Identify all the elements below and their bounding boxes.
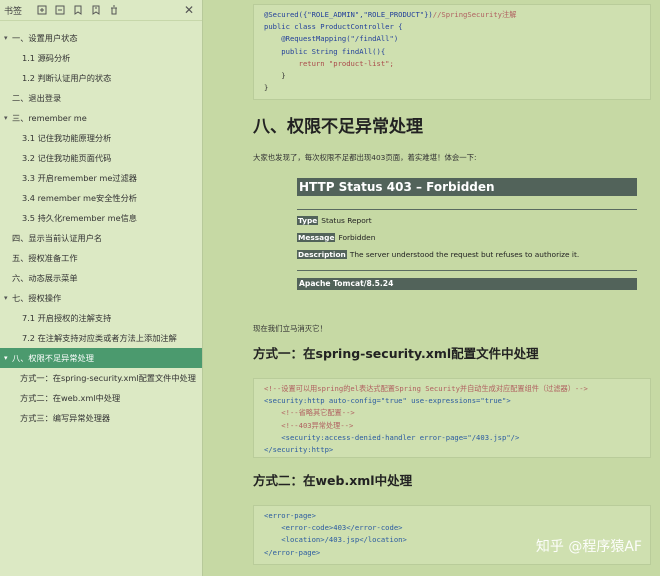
bookmark-label: 7.2 在注解支持对应类或者方法上添加注解 xyxy=(22,333,177,343)
code-line: <location>/403.jsp</location> xyxy=(264,535,407,545)
close-icon[interactable]: ✕ xyxy=(184,3,194,17)
bookmark-item[interactable]: 六、动态展示菜单 xyxy=(0,268,202,288)
code-line: } xyxy=(264,83,269,93)
bookmark-label: 1.2 判断认证用户的状态 xyxy=(22,73,112,83)
bookmark-item[interactable]: 3.4 remember me安全性分析 xyxy=(0,188,202,208)
bookmark-label: 八、权限不足异常处理 xyxy=(12,353,94,363)
error-title: HTTP Status 403 – Forbidden xyxy=(297,178,637,196)
bookmark-item[interactable]: ▾ 七、授权操作 xyxy=(0,288,202,308)
expand-arrow-icon[interactable]: ▾ xyxy=(4,288,8,308)
bookmark-label: 六、动态展示菜单 xyxy=(12,273,78,283)
code-line: <error-code>403</error-code> xyxy=(264,523,403,533)
bookmark-label: 五、授权准备工作 xyxy=(12,253,78,263)
expand-arrow-icon[interactable]: ▾ xyxy=(4,108,8,128)
code-line: <error-page> xyxy=(264,511,316,520)
error-type-value: Status Report xyxy=(321,216,372,225)
bookmark-item[interactable]: 3.2 记住我功能页面代码 xyxy=(0,148,202,168)
bookmark-item[interactable]: 7.1 开启授权的注解支持 xyxy=(0,308,202,328)
bookmark-label: 3.5 持久化remember me信息 xyxy=(22,213,137,223)
code-line: public class ProductController { xyxy=(264,22,403,32)
code-line: return "product-list"; xyxy=(264,58,394,68)
bookmark-item[interactable]: ▾ 八、权限不足异常处理 xyxy=(0,348,202,368)
bookmark-item[interactable]: 3.5 持久化remember me信息 xyxy=(0,208,202,228)
code-line: @RequestMapping("/findAll") xyxy=(264,34,399,44)
method1-heading: 方式一：在spring-security.xml配置文件中处理 xyxy=(253,346,539,361)
document-view[interactable]: @Secured({"ROLE_ADMIN","ROLE_PRODUCT"})/… xyxy=(203,0,660,576)
bookmark-item[interactable]: 四、显示当前认证用户名 xyxy=(0,228,202,248)
bookmark-label: 一、设置用户状态 xyxy=(12,33,78,43)
code-block-web-xml: <error-page> <error-code>403</error-code… xyxy=(253,505,651,565)
code-comment: <!--省略其它配置--> xyxy=(264,408,355,418)
bookmark-item[interactable]: 方式二：在web.xml中处理 xyxy=(0,388,202,408)
code-comment: <!--403异常处理--> xyxy=(264,420,354,430)
paragraph-fix: 现在我们立马消灭它！ xyxy=(253,324,327,333)
bookmark-item[interactable]: 3.1 记住我功能原理分析 xyxy=(0,128,202,148)
expand-arrow-icon[interactable]: ▾ xyxy=(4,28,8,48)
bookmark-label: 1.1 源码分析 xyxy=(22,53,71,63)
error-description-value: The server understood the request but re… xyxy=(349,250,580,259)
bookmark-label: 方式一：在spring-security.xml配置文件中处理 xyxy=(20,373,196,383)
bookmark-item[interactable]: 1.1 源码分析 xyxy=(0,48,202,68)
bookmark-label: 七、授权操作 xyxy=(12,293,62,303)
bookmark-label: 3.1 记住我功能原理分析 xyxy=(22,133,112,143)
error-message-label: Message xyxy=(297,233,336,242)
bookmark-item[interactable]: ▾ 一、设置用户状态 xyxy=(0,28,202,48)
error-message-row: Message Forbidden xyxy=(297,233,375,242)
bookmark-label: 二、退出登录 xyxy=(12,93,62,103)
expand-all-icon[interactable] xyxy=(36,4,48,16)
bookmark-item[interactable]: 7.2 在注解支持对应类或者方法上添加注解 xyxy=(0,328,202,348)
divider xyxy=(297,209,637,210)
bookmark-label: 方式二：在web.xml中处理 xyxy=(20,393,121,403)
code-line: @Secured({"ROLE_ADMIN","ROLE_PRODUCT"}) xyxy=(264,10,433,19)
code-line: } xyxy=(264,71,286,81)
code-block-spring-security: <!--设置可以用spring的el表达式配置Spring Security并自… xyxy=(253,378,651,458)
bookmark-label: 3.2 记住我功能页面代码 xyxy=(22,153,112,163)
bookmark-item[interactable]: ▾ 三、remember me xyxy=(0,108,202,128)
expand-arrow-icon[interactable]: ▾ xyxy=(4,348,8,368)
bookmark-label: 3.4 remember me安全性分析 xyxy=(22,193,137,203)
watermark: 知乎 @程序猿AF xyxy=(535,539,642,555)
bookmark-label: 7.1 开启授权的注解支持 xyxy=(22,313,112,323)
code-line: <security:http auto-config="true" use-ex… xyxy=(264,396,511,406)
collapse-all-icon[interactable] xyxy=(54,4,66,16)
code-comment: //SpringSecurity注解 xyxy=(432,10,517,19)
error-type-row: Type Status Report xyxy=(297,216,372,225)
paragraph-intro: 大家也发现了，每次权限不足都出现403页面，着实难堪！体会一下: xyxy=(253,153,477,162)
bookmark-add-icon[interactable] xyxy=(72,4,84,16)
error-description-row: Description The server understood the req… xyxy=(297,250,579,259)
bookmark-item[interactable]: 二、退出登录 xyxy=(0,88,202,108)
code-line: public String findAll(){ xyxy=(264,46,386,56)
bookmark-item[interactable]: 方式一：在spring-security.xml配置文件中处理 xyxy=(0,368,202,388)
error-page-screenshot: HTTP Status 403 – Forbidden Type Status R… xyxy=(297,178,637,293)
code-comment: <!--设置可以用spring的el表达式配置Spring Security并自… xyxy=(264,384,588,393)
bookmark-item[interactable]: 3.3 开启remember me过滤器 xyxy=(0,168,202,188)
error-description-label: Description xyxy=(297,250,347,259)
method2-heading: 方式二：在web.xml中处理 xyxy=(253,473,413,488)
bookmark-label: 3.3 开启remember me过滤器 xyxy=(22,173,137,183)
divider xyxy=(297,270,637,271)
bookmark-sidebar: 书签 ✕ ▾ 一、设置用户状态 1.1 源码分析 1.2 判断认证用户的状态二、退出登… xyxy=(0,0,203,576)
bookmark-item[interactable]: 五、授权准备工作 xyxy=(0,248,202,268)
code-line: </error-page> xyxy=(264,547,321,557)
bookmark-label: 三、remember me xyxy=(12,113,87,123)
code-line: </security:http> xyxy=(264,445,334,455)
delete-icon[interactable] xyxy=(108,4,120,16)
bookmark-label: 方式三：编写异常处理器 xyxy=(20,413,111,423)
error-message-value: Forbidden xyxy=(338,233,376,242)
sidebar-toolbar: 书签 ✕ xyxy=(0,0,202,21)
code-block-controller: @Secured({"ROLE_ADMIN","ROLE_PRODUCT"})/… xyxy=(253,4,651,100)
bookmark-icon[interactable] xyxy=(90,4,102,16)
bookmark-item[interactable]: 1.2 判断认证用户的状态 xyxy=(0,68,202,88)
bookmark-label: 四、显示当前认证用户名 xyxy=(12,233,103,243)
sidebar-title: 书签 xyxy=(4,6,23,17)
bookmark-tree: ▾ 一、设置用户状态 1.1 源码分析 1.2 判断认证用户的状态二、退出登录 ▾ 三、r… xyxy=(0,28,202,428)
error-footer: Apache Tomcat/8.5.24 xyxy=(297,278,637,290)
error-type-label: Type xyxy=(297,216,319,225)
section-heading: 八、权限不足异常处理 xyxy=(253,117,423,137)
code-line: <security:access-denied-handler error-pa… xyxy=(264,432,520,442)
bookmark-item[interactable]: 方式三：编写异常处理器 xyxy=(0,408,202,428)
